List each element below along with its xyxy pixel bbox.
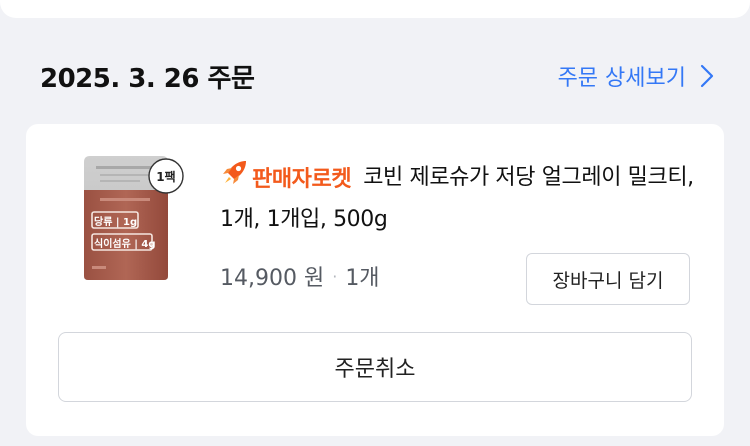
previous-card-edge: [0, 0, 750, 18]
chevron-right-icon: [700, 64, 714, 88]
product-quantity: 1개: [345, 266, 380, 291]
seller-rocket-badge: 판매자로켓: [220, 158, 352, 201]
rocket-badge-label: 판매자로켓: [252, 166, 352, 192]
product-price: 14,900 원: [220, 266, 325, 291]
order-date: 2025. 3. 26 주문: [40, 63, 255, 94]
package-fiber-label: 식이섬유 | 4g: [94, 239, 156, 250]
pack-count-label: 1팩: [156, 170, 176, 184]
add-to-cart-button[interactable]: 장바구니 담기: [526, 253, 690, 305]
price-row: 14,900 원 · 1개: [220, 257, 380, 295]
product-thumbnail[interactable]: 1팩 당류 | 1g 식이섬유 | 4g: [78, 154, 188, 282]
product-info: 판매자로켓 코빈 제로슈가 저당 얼그레이 밀크티, 1개, 1개입, 500g: [220, 158, 700, 239]
order-item-card: 1팩 당류 | 1g 식이섬유 | 4g 판매자로켓 코빈 제로슈가 저당 얼그…: [26, 124, 724, 436]
package-sugar-label: 당류 | 1g: [94, 217, 138, 228]
cancel-order-button[interactable]: 주문취소: [58, 332, 692, 402]
price-separator: ·: [332, 266, 338, 286]
product-title[interactable]: 판매자로켓 코빈 제로슈가 저당 얼그레이 밀크티, 1개, 1개입, 500g: [220, 158, 700, 239]
rocket-icon: [220, 158, 250, 201]
order-detail-link[interactable]: 주문 상세보기: [558, 60, 714, 92]
order-header: 2025. 3. 26 주문 주문 상세보기: [40, 56, 714, 96]
order-detail-label: 주문 상세보기: [557, 66, 686, 91]
